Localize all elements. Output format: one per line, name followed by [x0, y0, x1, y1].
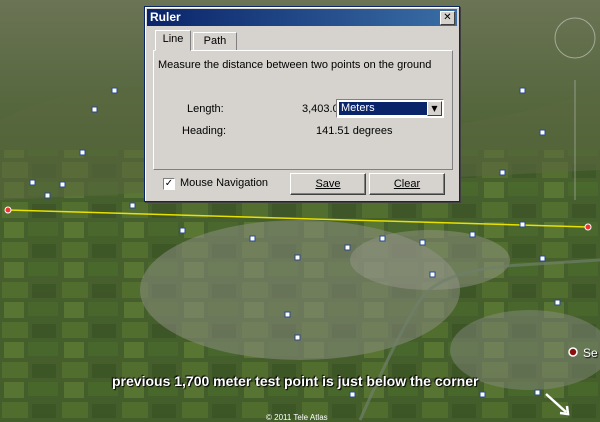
heading-label: Heading:	[182, 125, 227, 137]
mouse-navigation-checkbox[interactable]: ✓	[163, 178, 175, 190]
measure-start-point	[4, 206, 12, 214]
save-button[interactable]: Save	[290, 173, 366, 195]
map-caption: previous 1,700 meter test point is just …	[112, 373, 479, 389]
heading-value: 141.51 degrees	[316, 125, 393, 137]
measure-end-point	[584, 223, 592, 231]
dialog-title: Ruler	[150, 10, 181, 24]
ruler-description: Measure the distance between two points …	[158, 59, 432, 71]
close-icon[interactable]: ✕	[440, 11, 455, 25]
chevron-down-icon[interactable]: ▼	[427, 101, 442, 116]
map-attribution: © 2011 Tele Atlas	[266, 413, 328, 422]
ruler-dialog: Ruler ✕ Line Path Measure the distance b…	[144, 6, 460, 202]
mouse-navigation-label[interactable]: Mouse Navigation	[180, 177, 268, 189]
clear-button[interactable]: Clear	[369, 173, 445, 195]
unit-select[interactable]: Meters ▼	[336, 99, 444, 118]
dialog-titlebar[interactable]: Ruler ✕	[147, 9, 457, 26]
line-tab-panel: Measure the distance between two points …	[153, 50, 453, 170]
place-label[interactable]: Se	[583, 346, 598, 360]
tab-line[interactable]: Line	[155, 30, 191, 51]
length-label: Length:	[187, 103, 224, 115]
tab-path[interactable]: Path	[193, 32, 237, 51]
save-button-label: Save	[315, 178, 341, 190]
place-marker	[568, 347, 578, 357]
unit-selected-value: Meters	[339, 102, 427, 115]
clear-button-label: Clear	[393, 178, 421, 190]
